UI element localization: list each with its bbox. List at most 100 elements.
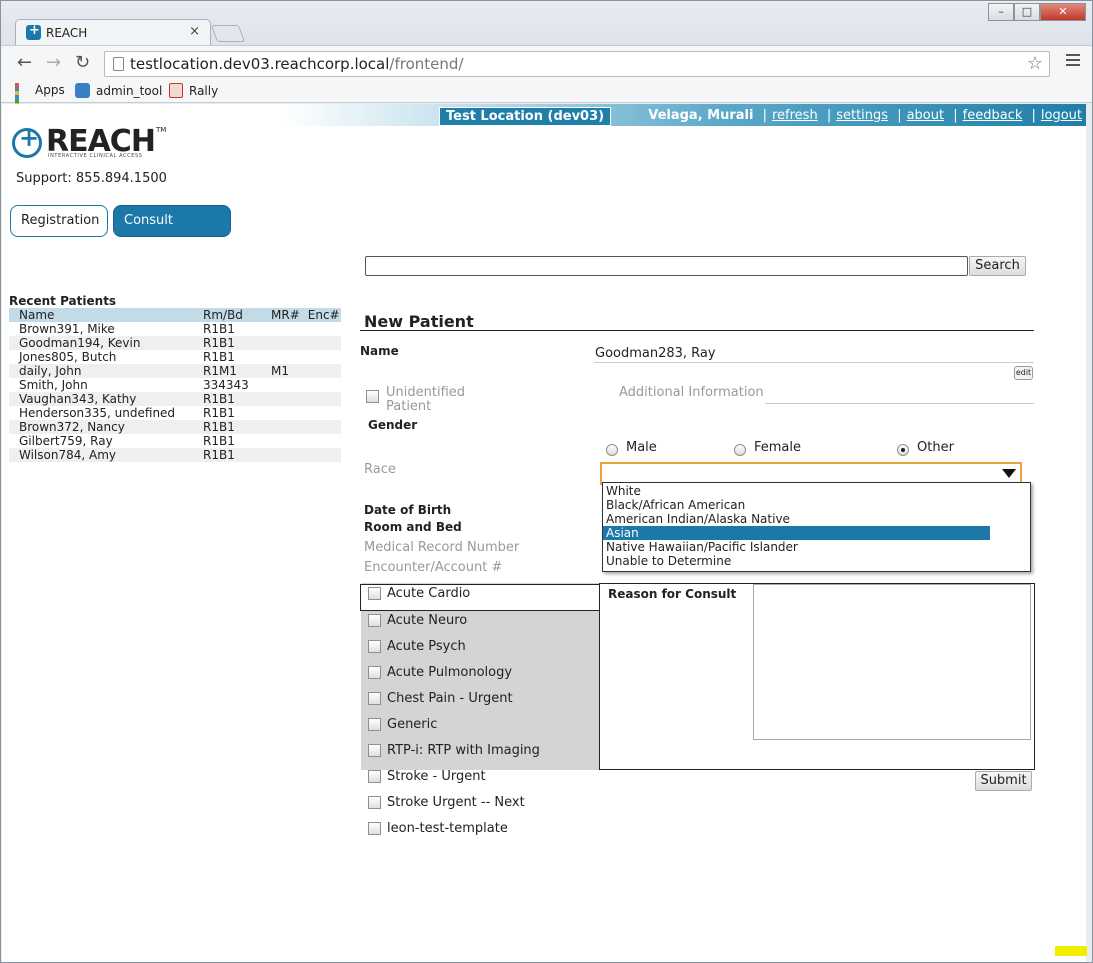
consult-type-item[interactable]: Acute Neuro bbox=[368, 611, 467, 629]
race-option[interactable]: American Indian/Alaska Native bbox=[603, 512, 990, 526]
consult-type-checkbox[interactable] bbox=[368, 666, 381, 679]
race-option[interactable]: Black/African American bbox=[603, 498, 990, 512]
room-bed: R1B1 bbox=[203, 406, 235, 420]
patient-name: Smith, John bbox=[19, 378, 88, 392]
bookmarks-bar: Apps admin_tool Rally bbox=[1, 81, 1092, 119]
consult-type-item[interactable]: Generic bbox=[368, 715, 437, 733]
table-row[interactable]: Henderson335, undefined R1B1 bbox=[9, 406, 341, 420]
additional-info-field[interactable] bbox=[765, 403, 1034, 404]
table-row[interactable]: Wilson784, Amy R1B1 bbox=[9, 448, 341, 462]
gender-male-radio[interactable] bbox=[606, 444, 618, 456]
consult-type-item[interactable]: leon-test-template bbox=[368, 819, 508, 837]
table-row[interactable]: Smith, John 334343 bbox=[9, 378, 341, 392]
minimize-icon[interactable]: – bbox=[988, 3, 1014, 21]
consult-type-item[interactable]: Stroke - Urgent bbox=[368, 767, 486, 785]
table-row[interactable]: Vaughan343, Kathy R1B1 bbox=[9, 392, 341, 406]
consult-type-checkbox[interactable] bbox=[368, 587, 381, 600]
reload-icon[interactable]: ↻ bbox=[75, 52, 90, 73]
enc-number bbox=[299, 392, 341, 406]
bookmark-apps[interactable]: Apps bbox=[15, 83, 65, 119]
address-bar[interactable]: testlocation.dev03.reachcorp.local/front… bbox=[104, 51, 1050, 77]
table-row[interactable]: Gilbert759, Ray R1B1 bbox=[9, 434, 341, 448]
patient-name: Wilson784, Amy bbox=[9, 448, 193, 462]
puzzle-piece-icon bbox=[75, 83, 90, 98]
mr-number bbox=[261, 322, 300, 336]
table-row[interactable]: Jones805, Butch R1B1 bbox=[9, 350, 341, 364]
tab-registration[interactable]: Registration bbox=[10, 205, 108, 237]
race-option[interactable]: Native Hawaiian/Pacific Islander bbox=[603, 540, 990, 554]
enc-number bbox=[299, 448, 341, 462]
back-arrow-icon[interactable]: ← bbox=[17, 52, 32, 73]
patient-name: Brown372, Nancy bbox=[9, 420, 193, 434]
tab-title: REACH bbox=[46, 26, 88, 40]
col-enc: Enc# bbox=[299, 308, 341, 322]
about-link[interactable]: about bbox=[907, 108, 945, 123]
unidentified-patient-checkbox[interactable] bbox=[366, 390, 379, 403]
consult-type-checkbox[interactable] bbox=[368, 744, 381, 757]
new-tab-button[interactable] bbox=[210, 25, 246, 42]
consult-type-item[interactable]: Acute Psych bbox=[368, 637, 466, 655]
tab-close-icon[interactable]: × bbox=[189, 24, 200, 39]
consult-type-checkbox[interactable] bbox=[368, 614, 381, 627]
forward-arrow-icon[interactable]: → bbox=[46, 52, 61, 73]
reason-textarea[interactable] bbox=[753, 584, 1031, 740]
consult-type-checkbox[interactable] bbox=[368, 822, 381, 835]
consult-type-checkbox[interactable] bbox=[368, 796, 381, 809]
reason-label: Reason for Consult bbox=[608, 587, 737, 601]
page-icon bbox=[113, 57, 124, 71]
maximize-icon[interactable]: □ bbox=[1014, 3, 1040, 21]
consult-type-label: Acute Pulmonology bbox=[387, 665, 513, 680]
consult-type-item[interactable]: Chest Pain - Urgent bbox=[368, 689, 513, 707]
enc-number bbox=[300, 434, 341, 448]
search-input[interactable] bbox=[365, 256, 968, 276]
race-option[interactable]: White bbox=[603, 484, 990, 498]
feedback-link[interactable]: feedback bbox=[963, 108, 1023, 123]
close-icon[interactable]: ✕ bbox=[1040, 3, 1086, 21]
col-mr: MR# bbox=[261, 308, 300, 322]
table-row[interactable]: daily, John R1M1 M1 bbox=[9, 364, 341, 378]
hamburger-menu-icon[interactable] bbox=[1066, 54, 1080, 69]
room-bed: R1B1 bbox=[203, 350, 235, 364]
recent-patients-table: Name Rm/Bd MR# Enc# Brown391, Mike R1B1 Go… bbox=[9, 308, 341, 462]
race-option[interactable]: Asian bbox=[603, 526, 990, 540]
submit-button[interactable]: Submit bbox=[975, 771, 1032, 791]
race-label: Race bbox=[364, 462, 396, 477]
table-row[interactable]: Brown391, Mike R1B1 bbox=[9, 322, 341, 336]
mr-number bbox=[261, 406, 300, 420]
tab-consult-history[interactable]: Consult History bbox=[113, 205, 231, 258]
reach-favicon-icon bbox=[26, 23, 41, 40]
table-row[interactable]: Goodman194, Kevin R1B1 bbox=[9, 336, 341, 350]
app-page: Test Location (dev03) Velaga, Murali | re… bbox=[2, 104, 1086, 962]
table-row[interactable]: Brown372, Nancy R1B1 bbox=[9, 420, 341, 434]
browser-tab[interactable]: REACH × bbox=[15, 19, 211, 45]
edit-name-button[interactable]: edit bbox=[1014, 366, 1033, 380]
consult-type-item[interactable]: Acute Pulmonology bbox=[368, 663, 512, 681]
mr-number bbox=[261, 420, 300, 434]
consult-type-checkbox[interactable] bbox=[368, 770, 381, 783]
room-bed-label: Room and Bed bbox=[364, 520, 462, 534]
gender-other-radio[interactable] bbox=[897, 444, 909, 456]
patient-name: Gilbert759, Ray bbox=[19, 434, 113, 448]
name-label: Name bbox=[360, 344, 399, 358]
race-option[interactable]: Unable to Determine bbox=[603, 554, 990, 568]
gender-female-radio[interactable] bbox=[734, 444, 746, 456]
room-bed: R1M1 bbox=[193, 364, 261, 378]
bookmark-admin-tool[interactable]: admin_tool bbox=[75, 83, 162, 98]
browser-toolbar: ← → ↻ testlocation.dev03.reachcorp.local… bbox=[1, 45, 1092, 81]
bookmark-rally[interactable]: Rally bbox=[169, 83, 218, 98]
enc-number bbox=[300, 322, 341, 336]
patient-name: Vaughan343, Kathy bbox=[9, 392, 193, 406]
consult-type-checkbox[interactable] bbox=[368, 718, 381, 731]
bookmark-star-icon[interactable]: ☆ bbox=[1027, 53, 1043, 74]
consult-type-item[interactable]: Stroke Urgent -- Next bbox=[368, 793, 525, 811]
settings-link[interactable]: settings bbox=[836, 108, 888, 123]
refresh-link[interactable]: refresh bbox=[772, 108, 818, 123]
logout-link[interactable]: logout bbox=[1041, 108, 1082, 123]
consult-type-checkbox[interactable] bbox=[368, 692, 381, 705]
consult-type-item[interactable]: RTP-i: RTP with Imaging bbox=[368, 741, 540, 759]
consult-type-checkbox[interactable] bbox=[368, 640, 381, 653]
consult-type-item[interactable]: Acute Cardio bbox=[368, 584, 470, 602]
race-dropdown-list: White Black/African American American Indi… bbox=[602, 482, 1031, 572]
search-button[interactable]: Search bbox=[969, 256, 1026, 276]
user-name: Velaga, Murali bbox=[648, 108, 754, 123]
